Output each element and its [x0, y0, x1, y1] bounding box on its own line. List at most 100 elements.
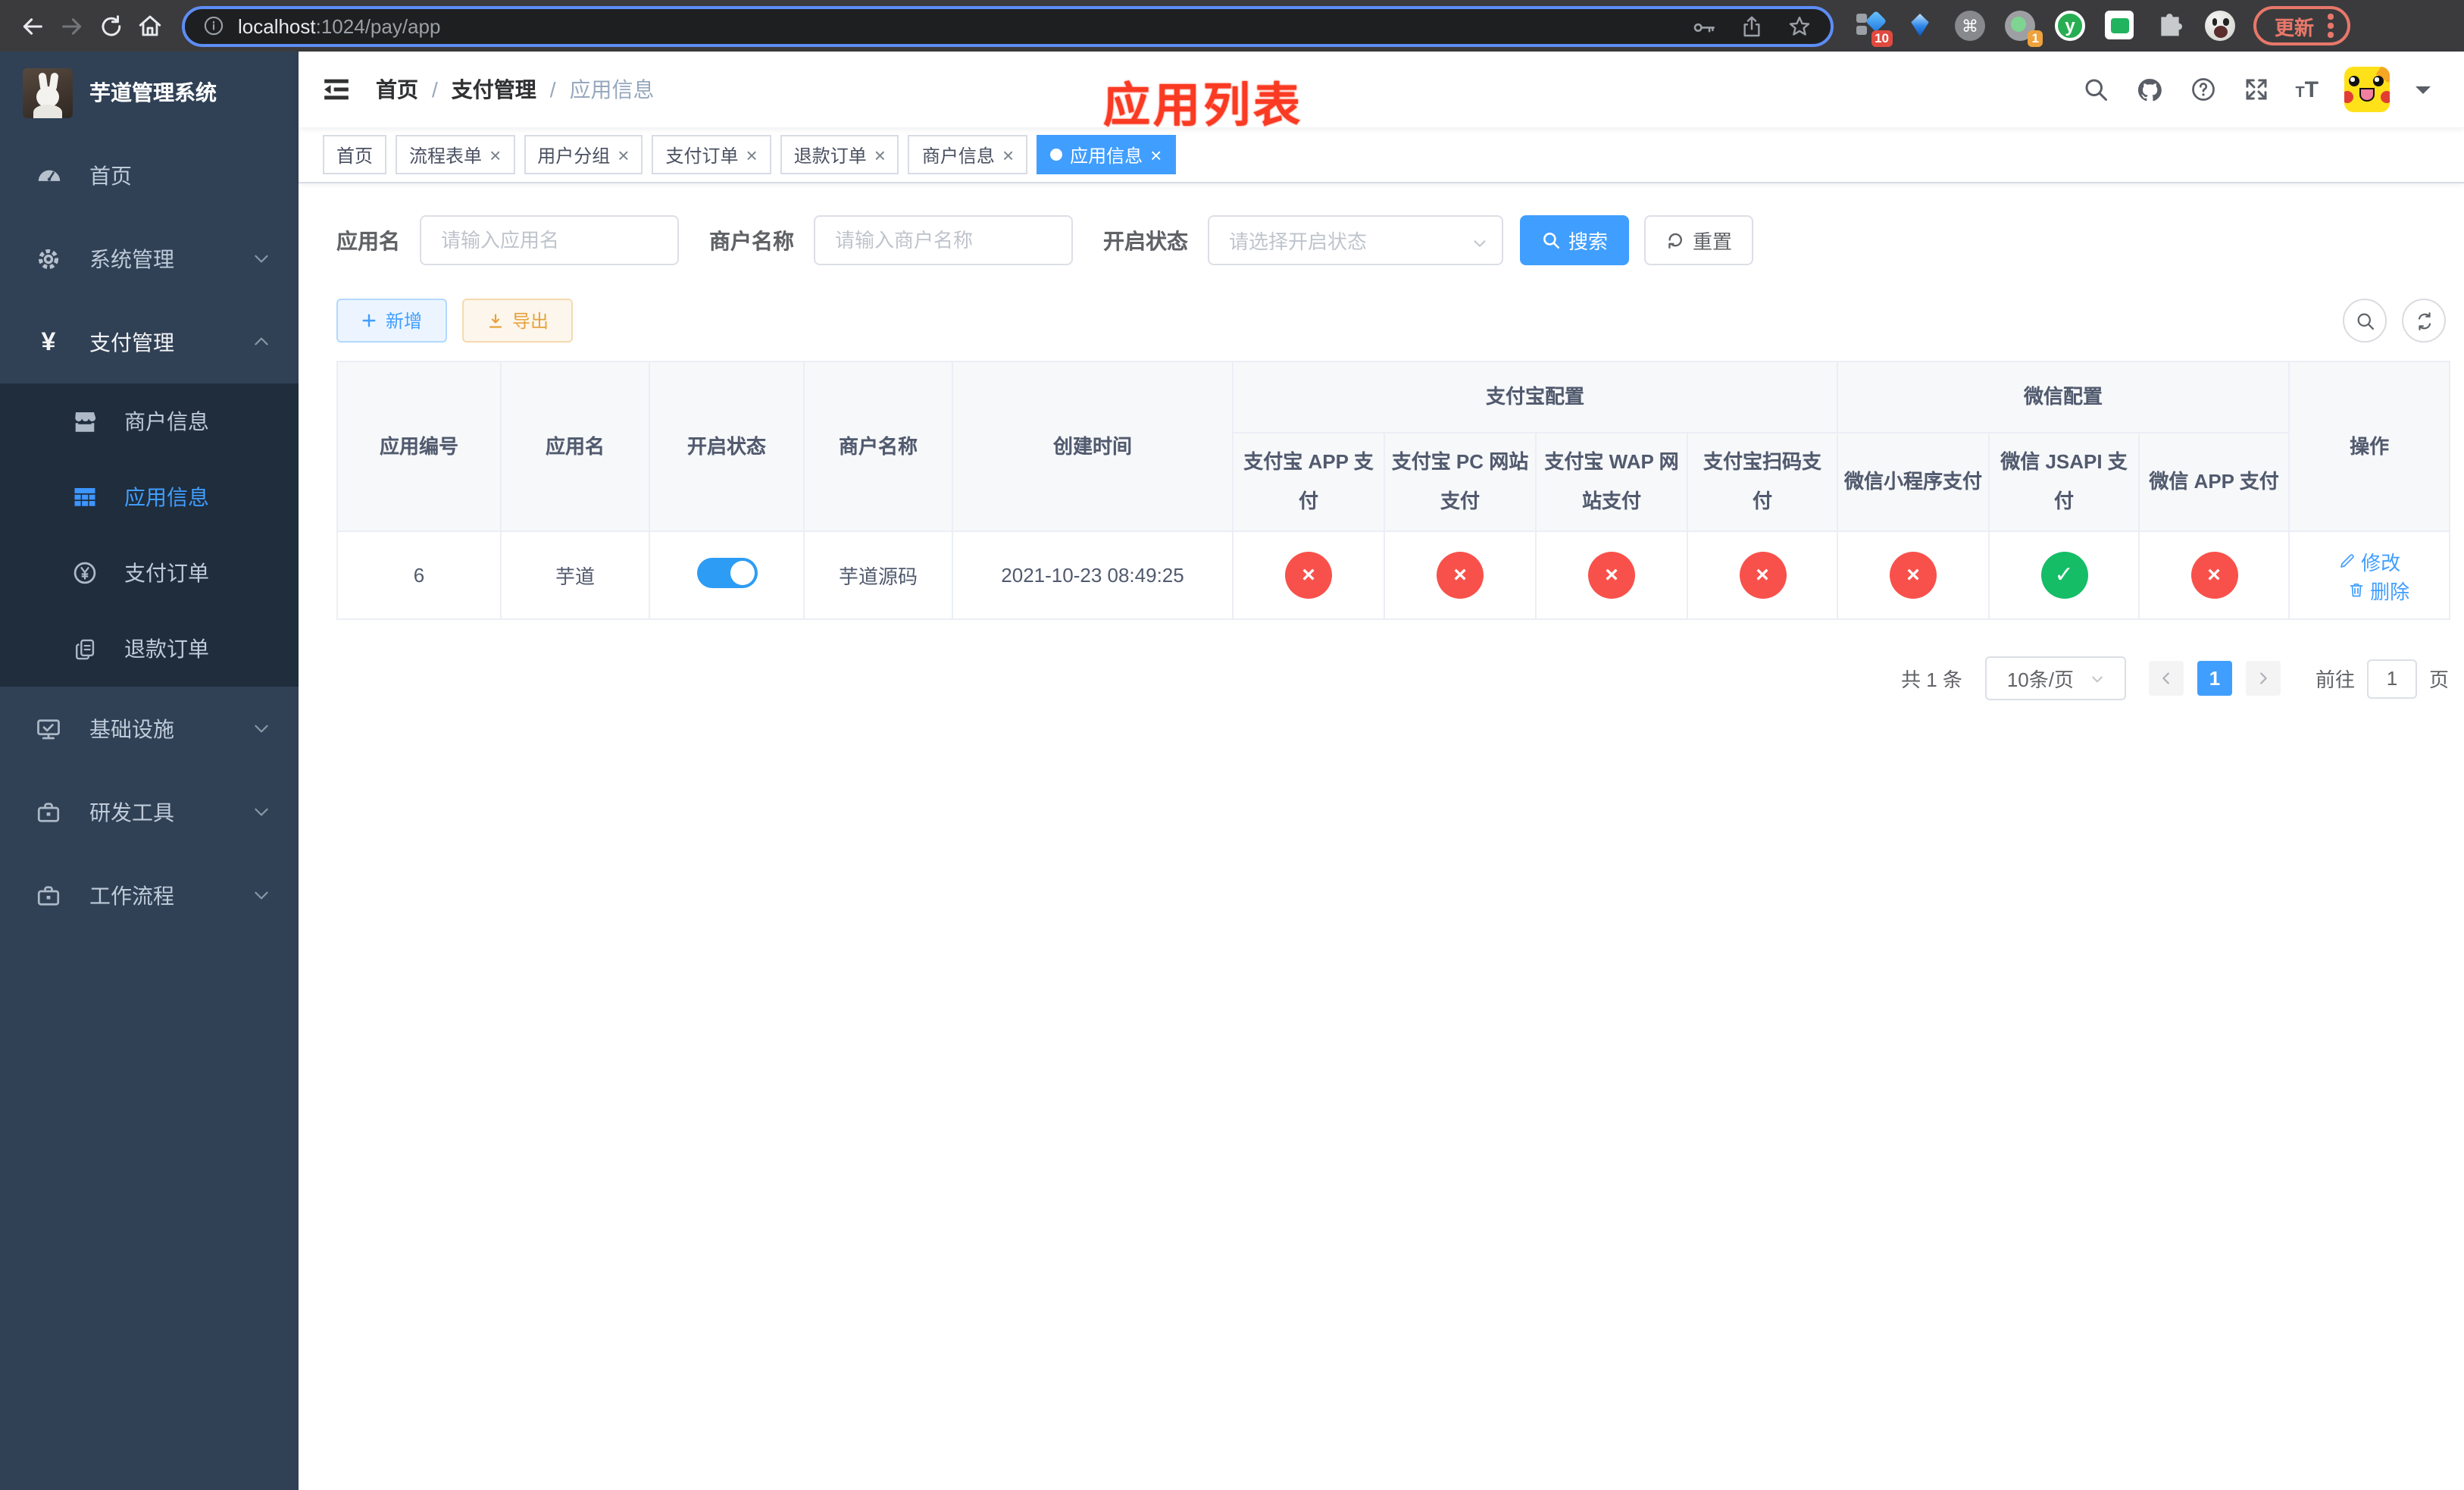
- command-extension-icon[interactable]: ⌘: [1955, 11, 1985, 41]
- sidebar-item-infra[interactable]: 基础设施: [0, 687, 299, 770]
- alipay-wap-status-icon: ×: [1588, 552, 1635, 599]
- app-name-label: 应用名: [336, 228, 400, 252]
- tag-user-group[interactable]: 用户分组 ×: [524, 135, 643, 174]
- breadcrumb-payment[interactable]: 支付管理: [452, 74, 536, 105]
- browser-home-button[interactable]: [130, 6, 170, 45]
- tag-app-info-active[interactable]: 应用信息 ×: [1037, 135, 1176, 174]
- goto-label: 前往: [2315, 668, 2355, 691]
- enabled-toggle[interactable]: [696, 558, 757, 588]
- sidebar-item-pay-orders[interactable]: 支付订单: [0, 535, 299, 611]
- pagination: 共 1 条 10条/页 1 前往 页: [336, 656, 2449, 700]
- extensions-puzzle-icon[interactable]: [2155, 11, 2185, 41]
- app-name-input[interactable]: [420, 215, 679, 265]
- sidebar-logo[interactable]: 芋道管理系统: [0, 52, 299, 133]
- cell-app-name: 芋道: [500, 531, 650, 620]
- sidebar-item-label: 研发工具: [89, 800, 174, 824]
- yen-circle-icon: [67, 559, 103, 587]
- tag-pay-orders[interactable]: 支付订单 ×: [652, 135, 771, 174]
- merchant-name-input[interactable]: [814, 215, 1073, 265]
- browser-forward-button[interactable]: [52, 6, 91, 45]
- avatar-dropdown-caret-icon[interactable]: [2416, 86, 2431, 101]
- sidebar-item-payment[interactable]: ¥ 支付管理: [0, 300, 299, 383]
- col-alipay-pc: 支付宝 PC 网站支付: [1384, 432, 1537, 532]
- delete-link[interactable]: 删除: [2347, 575, 2409, 604]
- share-icon[interactable]: [1740, 13, 1764, 39]
- help-question-icon[interactable]: [2189, 76, 2216, 103]
- store-icon: [67, 408, 103, 435]
- goto-page-input[interactable]: [2366, 659, 2417, 698]
- merchant-name-label: 商户名称: [709, 228, 794, 252]
- close-icon[interactable]: ×: [1150, 145, 1162, 164]
- cell-created-at: 2021-10-23 08:49:25: [952, 531, 1234, 620]
- tag-home[interactable]: 首页: [323, 135, 387, 174]
- sidebar-item-label: 应用信息: [124, 485, 209, 509]
- devtools-extension-icon[interactable]: 10: [1855, 10, 1893, 47]
- password-key-icon[interactable]: [1691, 13, 1717, 39]
- sidebar-item-refund-orders[interactable]: 退款订单: [0, 611, 299, 687]
- tag-merchant-info[interactable]: 商户信息 ×: [908, 135, 1028, 174]
- fullscreen-icon[interactable]: [2242, 76, 2269, 103]
- extension-badge: 10: [1871, 30, 1893, 47]
- col-app-name: 应用名: [500, 361, 650, 532]
- breadcrumb-home[interactable]: 首页: [376, 74, 418, 105]
- sidebar-item-label: 商户信息: [124, 409, 209, 434]
- col-wechat-app: 微信 APP 支付: [2138, 432, 2290, 532]
- browser-back-button[interactable]: [12, 6, 52, 45]
- wechat-jsapi-status-icon: ✓: [2040, 552, 2088, 599]
- yuque-extension-icon[interactable]: y: [2055, 11, 2085, 41]
- edit-link[interactable]: 修改: [2338, 546, 2400, 575]
- col-actions: 操作: [2288, 361, 2451, 532]
- chrome-update-button[interactable]: 更新: [2253, 6, 2350, 45]
- close-icon[interactable]: ×: [618, 145, 629, 164]
- close-icon[interactable]: ×: [746, 145, 758, 164]
- chat-extension-icon[interactable]: [2105, 11, 2135, 41]
- sidebar-item-workflow[interactable]: 工作流程: [0, 853, 299, 937]
- browser-extensions-area: 10 ⌘ 1 y: [1855, 10, 2235, 47]
- dashboard-icon: [30, 161, 67, 189]
- refresh-table-button[interactable]: [2402, 299, 2446, 343]
- header-search-icon[interactable]: [2081, 76, 2109, 103]
- prev-page-button[interactable]: [2148, 661, 2184, 696]
- sidebar-item-merchant-info[interactable]: 商户信息: [0, 383, 299, 459]
- reset-button[interactable]: 重置: [1644, 215, 1753, 265]
- font-size-icon[interactable]: TT: [2295, 78, 2319, 101]
- logo-rabbit-image: [23, 67, 73, 117]
- gem-extension-icon[interactable]: [1905, 11, 1935, 41]
- user-avatar[interactable]: [2344, 67, 2390, 112]
- toolbox-icon: [30, 881, 67, 909]
- bookmark-star-icon[interactable]: [1787, 13, 1812, 39]
- status-select[interactable]: 请选择开启状态: [1208, 215, 1503, 265]
- site-info-icon[interactable]: [203, 15, 224, 36]
- address-bar[interactable]: localhost:1024/pay/app: [182, 5, 1834, 46]
- chevron-down-icon: [252, 249, 271, 268]
- cell-enabled: [649, 531, 805, 620]
- browser-reload-button[interactable]: [91, 6, 130, 45]
- close-icon[interactable]: ×: [874, 145, 886, 164]
- filter-form: 应用名 商户名称 开启状态 请选择开启状态 搜索: [336, 215, 2464, 265]
- tag-refund-orders[interactable]: 退款订单 ×: [780, 135, 899, 174]
- next-page-button[interactable]: [2245, 661, 2281, 696]
- github-icon[interactable]: [2134, 75, 2163, 104]
- search-button[interactable]: 搜索: [1520, 215, 1629, 265]
- proxy-extension-icon[interactable]: 1: [2005, 11, 2043, 47]
- sidebar-item-app-info[interactable]: 应用信息: [0, 459, 299, 535]
- col-alipay-wap: 支付宝 WAP 网站支付: [1535, 432, 1688, 532]
- page-number-active[interactable]: 1: [2197, 661, 2232, 696]
- url-text[interactable]: localhost:1024/pay/app: [238, 14, 440, 37]
- profile-avatar-icon[interactable]: [2205, 11, 2235, 41]
- add-button[interactable]: 新增: [336, 299, 447, 343]
- page-size-select[interactable]: 10条/页: [1984, 656, 2126, 700]
- export-button[interactable]: 导出: [462, 299, 573, 343]
- close-icon[interactable]: ×: [1002, 145, 1014, 164]
- sidebar-collapse-icon[interactable]: [321, 74, 352, 105]
- sidebar-item-home[interactable]: 首页: [0, 133, 299, 217]
- group-alipay-config: 支付宝配置: [1231, 361, 1839, 434]
- monitor-check-icon: [30, 715, 67, 742]
- close-icon[interactable]: ×: [489, 145, 501, 164]
- toggle-search-button[interactable]: [2343, 299, 2387, 343]
- sidebar-item-system[interactable]: 系统管理: [0, 217, 299, 300]
- tag-process-form[interactable]: 流程表单 ×: [396, 135, 515, 174]
- chevron-down-icon: [252, 718, 271, 738]
- sidebar-item-dev-tools[interactable]: 研发工具: [0, 770, 299, 853]
- browser-menu-icon[interactable]: [2328, 14, 2334, 38]
